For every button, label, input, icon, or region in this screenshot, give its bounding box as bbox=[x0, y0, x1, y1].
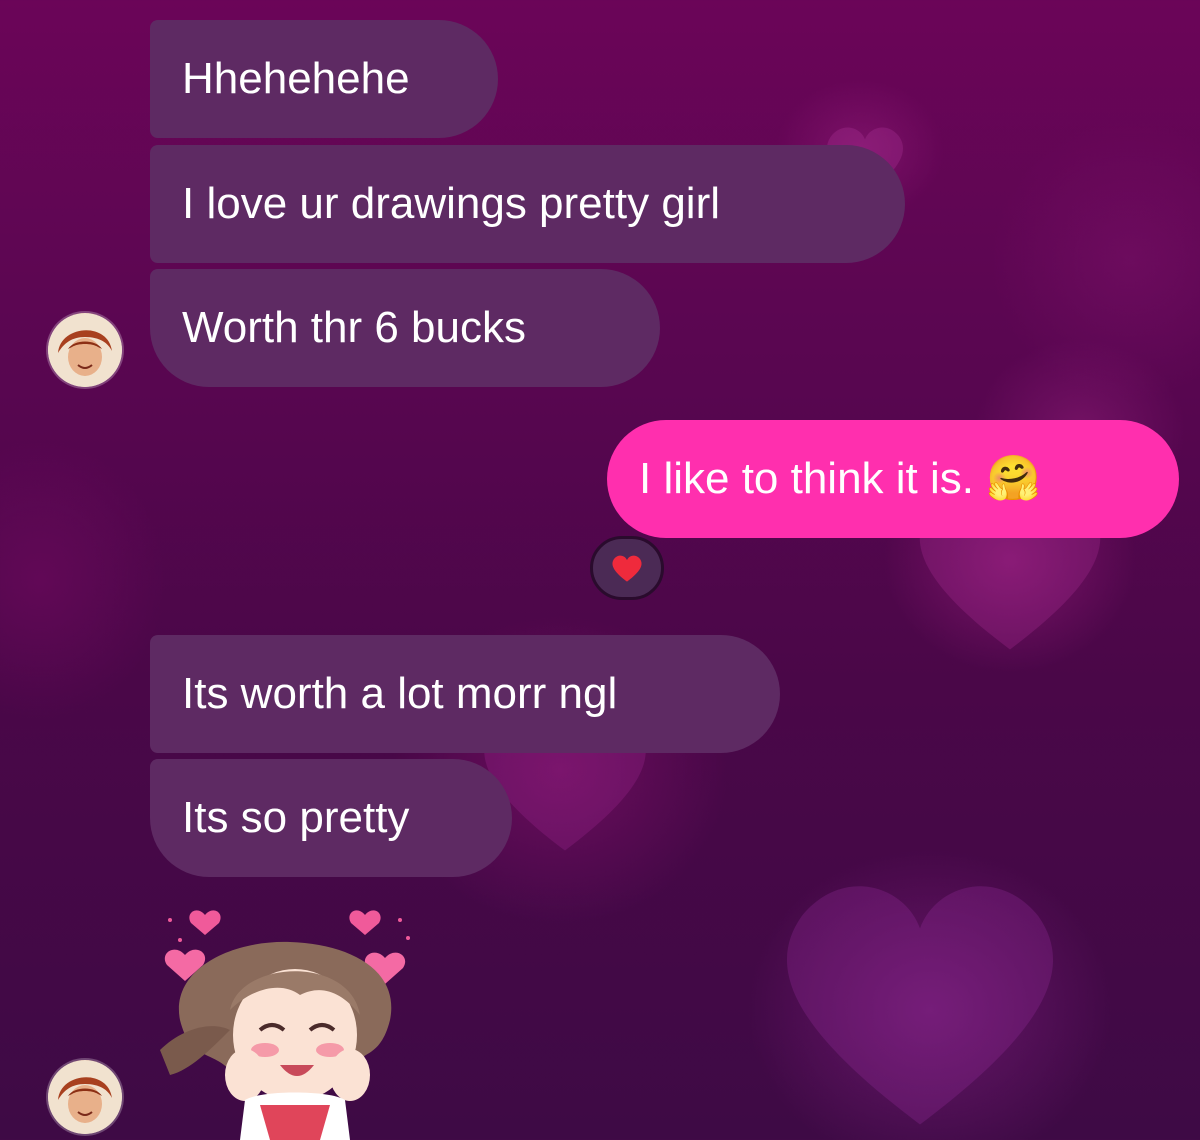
message-text: I like to think it is. 🤗 bbox=[639, 454, 1042, 503]
avatar-image bbox=[48, 1060, 122, 1134]
sender-avatar[interactable] bbox=[48, 1060, 122, 1134]
outgoing-message[interactable]: I like to think it is. 🤗 bbox=[607, 420, 1179, 538]
incoming-message[interactable]: Hhehehehe bbox=[150, 20, 498, 138]
incoming-message[interactable]: I love ur drawings pretty girl bbox=[150, 145, 905, 263]
message-reaction[interactable] bbox=[590, 536, 664, 600]
avatar-image bbox=[48, 313, 122, 387]
incoming-message[interactable]: Its worth a lot morr ngl bbox=[150, 635, 780, 753]
chat-thread: Hhehehehe I love ur drawings pretty girl… bbox=[0, 0, 1200, 1140]
incoming-message[interactable]: Worth thr 6 bucks bbox=[150, 269, 660, 387]
message-text: Hhehehehe bbox=[182, 54, 410, 103]
red-heart-icon bbox=[612, 555, 642, 582]
message-text: I love ur drawings pretty girl bbox=[182, 179, 720, 228]
incoming-message[interactable]: Its so pretty bbox=[150, 759, 512, 877]
message-text: Its worth a lot morr ngl bbox=[182, 669, 618, 718]
sticker-image bbox=[160, 910, 410, 1140]
sender-avatar[interactable] bbox=[48, 313, 122, 387]
anime-girl-sticker[interactable] bbox=[150, 900, 430, 1140]
message-text: Worth thr 6 bucks bbox=[182, 303, 526, 352]
message-text: Its so pretty bbox=[182, 793, 410, 842]
